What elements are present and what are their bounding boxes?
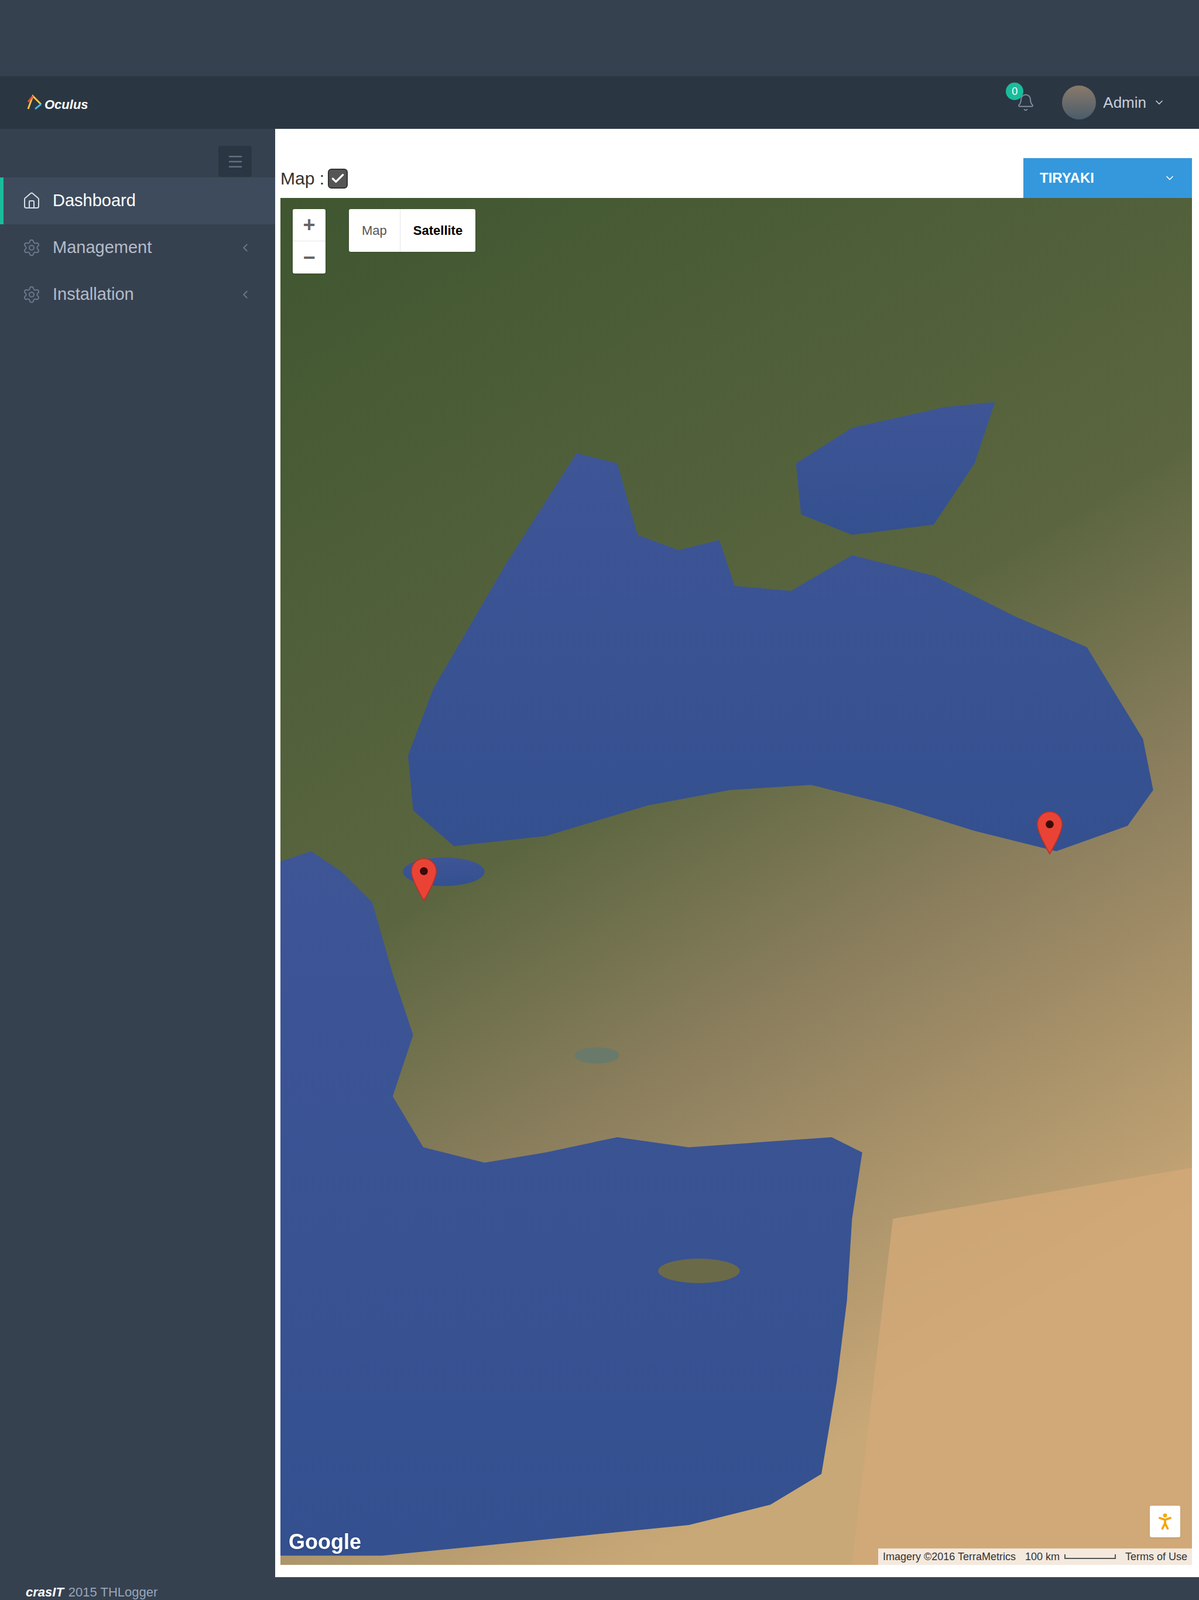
header: Oculus 0 Admin <box>0 76 1199 129</box>
map-toggle[interactable]: Map : <box>280 165 348 192</box>
footer-logo: crasIT <box>25 1585 64 1599</box>
chevron-left-icon <box>238 241 252 255</box>
scale-bar: 100 km <box>1020 1548 1121 1565</box>
pegman[interactable] <box>1149 1505 1181 1537</box>
footer-text: 2015 THLogger <box>68 1585 159 1599</box>
sidebar: DashboardManagementInstallation <box>0 128 276 1577</box>
attribution-bar: Imagery ©2016 TerraMetrics100 kmTerms of… <box>878 1547 1192 1565</box>
gear-icon <box>22 238 41 258</box>
map-type-button[interactable]: Map <box>348 209 401 252</box>
pegman-icon <box>1154 1509 1176 1533</box>
map[interactable]: +−MapSatelliteGoogleImagery ©2016 TerraM… <box>280 197 1192 1565</box>
main-content: Map :TIRYAKI+−MapSatelliteGoogleImagery … <box>275 128 1199 1577</box>
check-icon <box>330 170 346 187</box>
avatar <box>1062 85 1096 120</box>
user-menu[interactable]: Admin <box>1062 85 1166 120</box>
map-pin-icon[interactable] <box>410 857 438 902</box>
zoom-in-button[interactable]: + <box>292 209 326 242</box>
sidebar-item[interactable]: Management <box>0 224 276 272</box>
map-checkbox[interactable] <box>327 168 348 189</box>
chevron-down-icon <box>1163 172 1176 184</box>
gear-icon <box>22 285 41 304</box>
sidebar-toggle[interactable] <box>218 145 252 177</box>
chevron-left-icon <box>238 288 252 301</box>
logo-icon <box>25 93 44 112</box>
top-bar <box>0 0 1199 77</box>
sidebar-item[interactable]: Installation <box>0 271 276 318</box>
home-icon <box>22 191 41 211</box>
sidebar-item[interactable]: Dashboard <box>0 177 276 225</box>
chevron-down-icon <box>1153 96 1166 109</box>
terms-link[interactable]: Terms of Use <box>1120 1548 1192 1565</box>
zoom-out-button[interactable]: − <box>292 241 326 274</box>
app: Oculus 0 Admin DashboardManagementInstallat… <box>0 0 1199 1600</box>
zoom-controls: +− <box>292 209 326 274</box>
menu-icon <box>226 152 245 171</box>
map-pin-icon[interactable] <box>1036 810 1064 855</box>
site-select[interactable]: TIRYAKI <box>1023 158 1192 198</box>
map-type-toggle: MapSatellite <box>348 209 476 252</box>
imagery-credit: Imagery ©2016 TerraMetrics <box>878 1548 1021 1565</box>
notification-badge: 0 <box>1005 82 1024 101</box>
google-logo: Google <box>288 1525 362 1558</box>
footer: crasIT 2015 THLogger <box>0 1576 1199 1600</box>
map-type-button[interactable]: Satellite <box>400 209 476 252</box>
logo[interactable]: Oculus <box>25 93 89 112</box>
notifications[interactable]: 0 <box>1012 89 1039 116</box>
